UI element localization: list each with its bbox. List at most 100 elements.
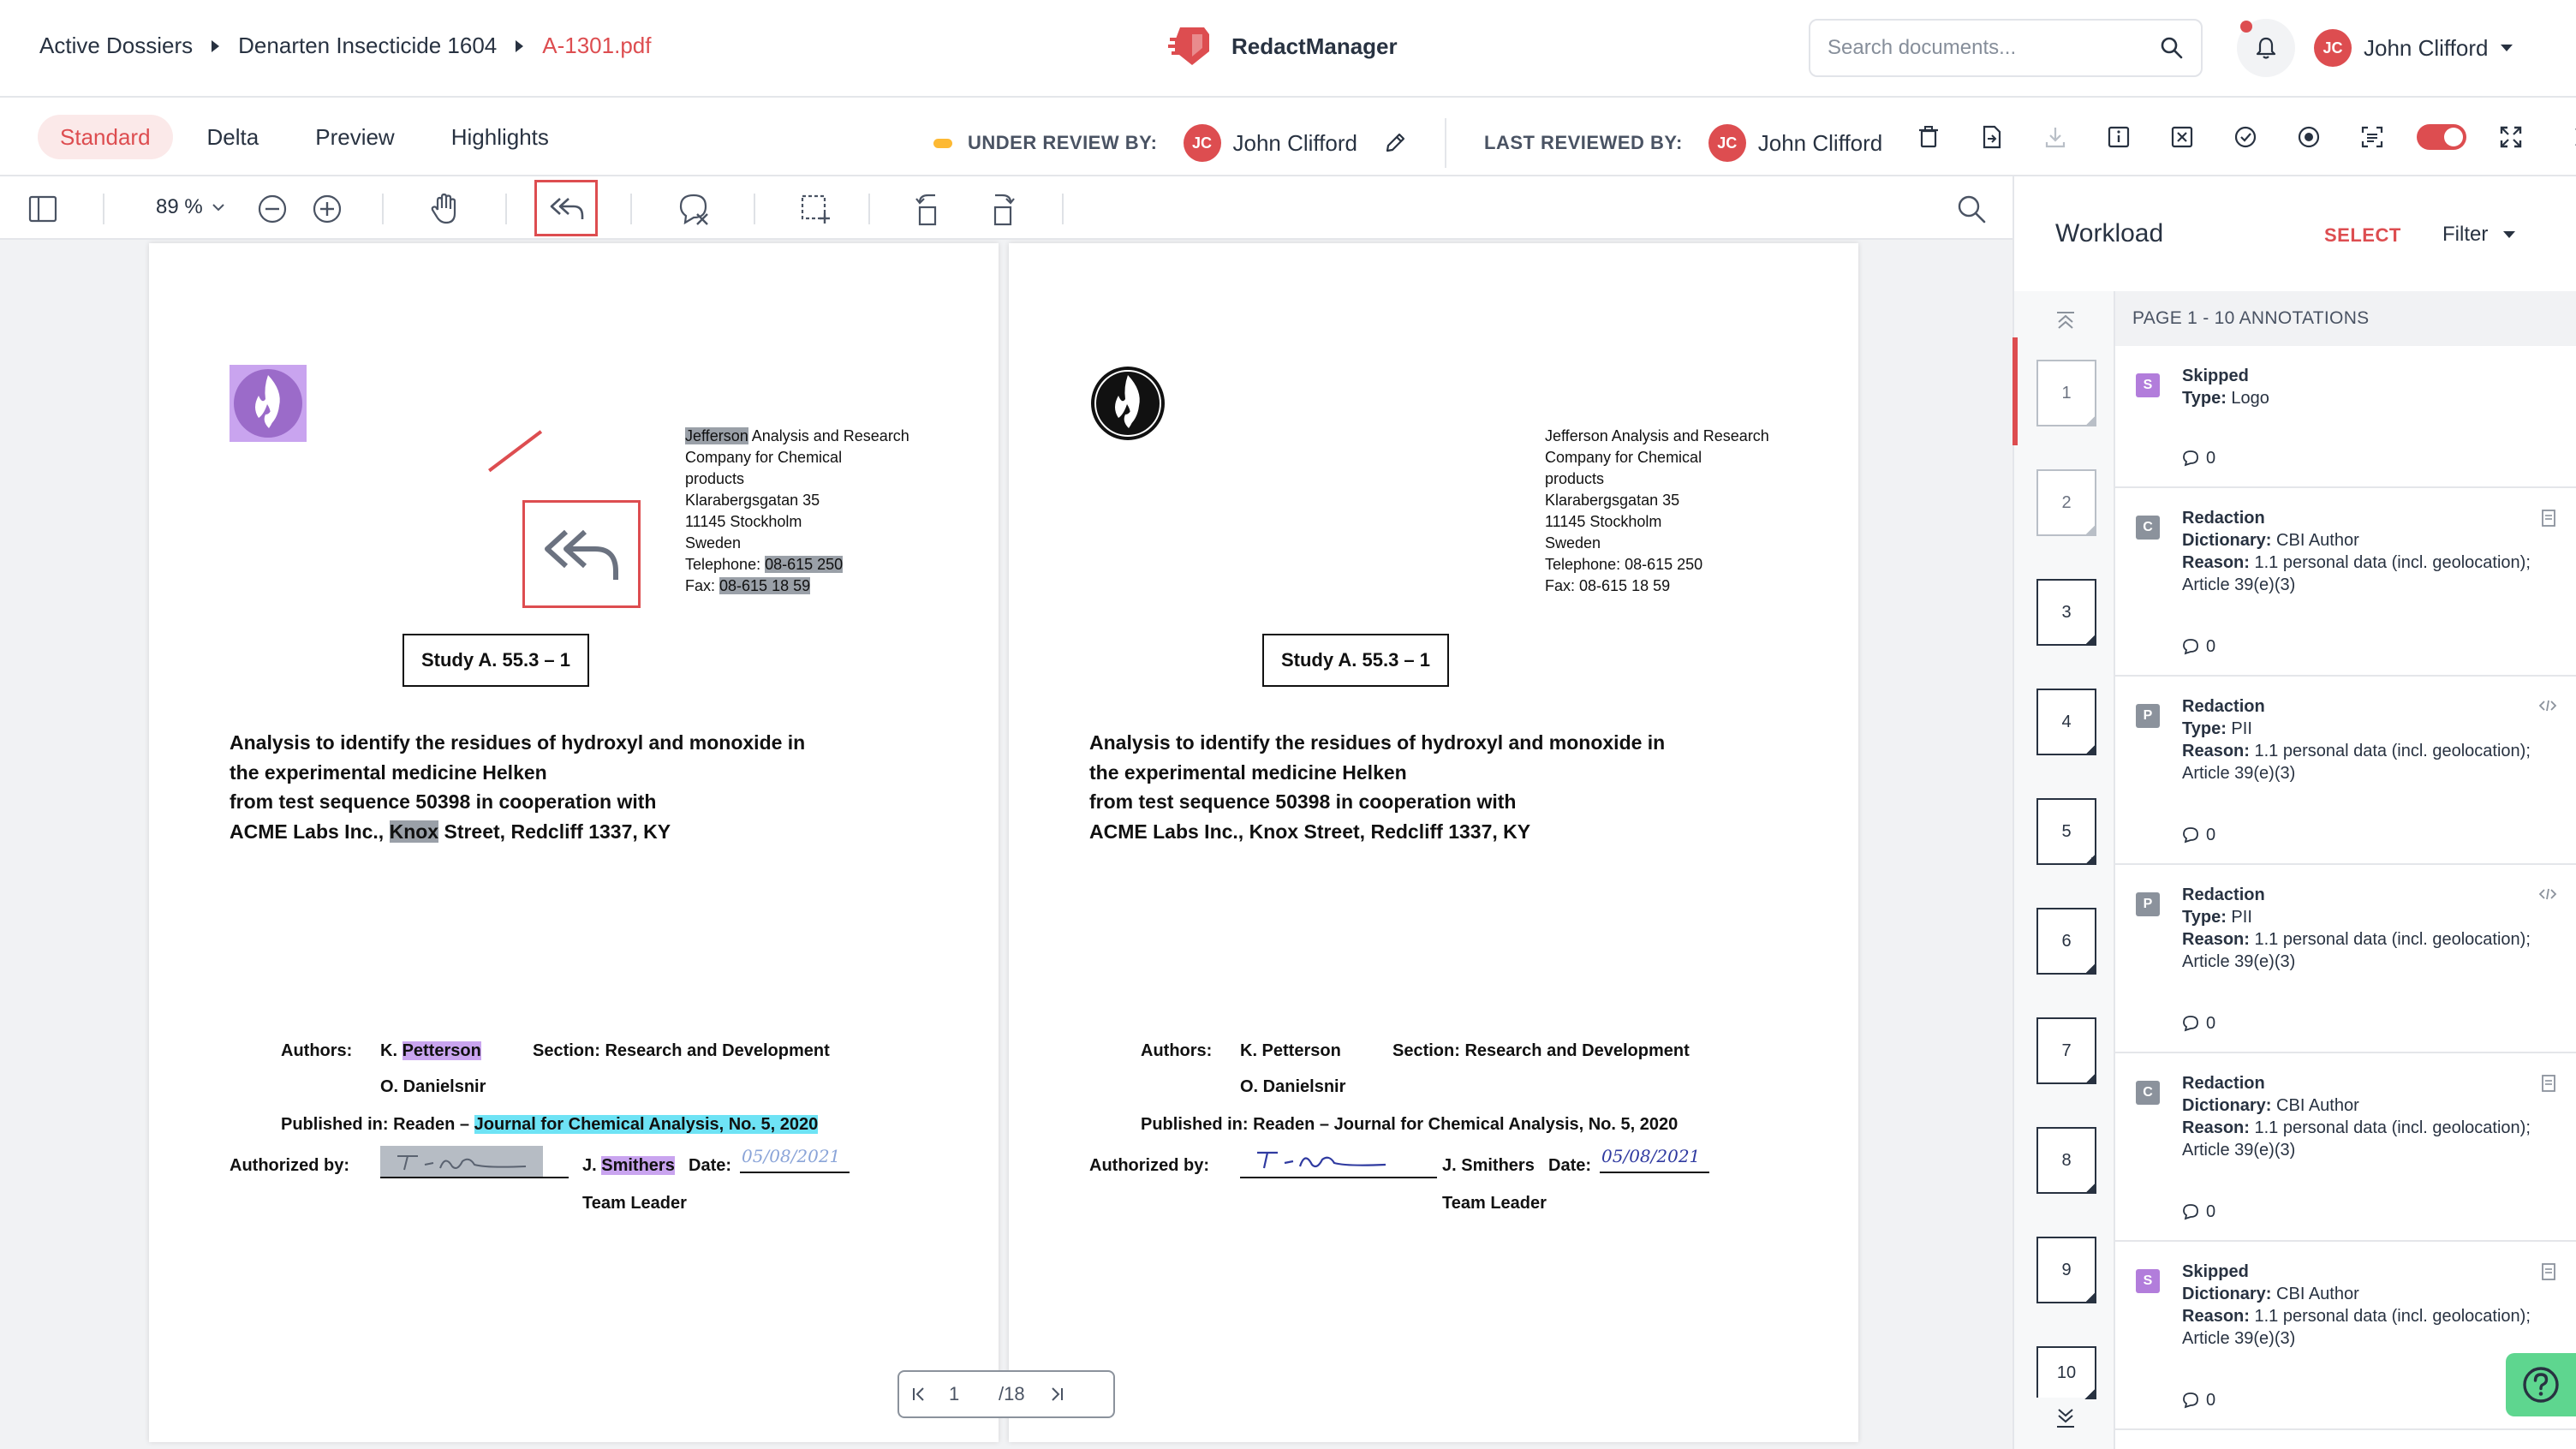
comments-count[interactable]: 0 xyxy=(2182,447,2215,469)
date-line xyxy=(1600,1172,1709,1173)
document-icon[interactable] xyxy=(2540,1262,2557,1281)
search-input[interactable] xyxy=(1828,36,2160,60)
hint-highlight[interactable]: Journal for Chemical Analysis, No. 5, 20… xyxy=(474,1115,819,1134)
redaction-highlight[interactable]: 08-615 18 59 xyxy=(719,577,811,594)
comments-count[interactable]: 0 xyxy=(2182,1389,2215,1411)
page-thumbnail[interactable]: 4 xyxy=(2036,689,2096,755)
close-button[interactable] xyxy=(2566,118,2576,156)
download-icon xyxy=(2045,128,2066,148)
document-viewer: Jefferson Analysis and Research Company … xyxy=(0,240,2012,1449)
search-icon[interactable] xyxy=(2160,36,2184,60)
title-line: the experimental medicine Helken xyxy=(1089,760,1407,784)
redaction-toggle[interactable] xyxy=(2417,118,2466,156)
download-button[interactable] xyxy=(2036,118,2074,156)
excel-report-button[interactable] xyxy=(2163,118,2201,156)
annotation-type-badge: P xyxy=(2136,704,2160,728)
page-number-input[interactable] xyxy=(939,1383,999,1405)
published-in: Published in: Readen – Journal for Chemi… xyxy=(281,1115,819,1135)
annotation-field-value: CBI Author xyxy=(2276,1096,2359,1115)
zoom-out-button[interactable] xyxy=(252,188,293,230)
annotation-item[interactable]: P Redaction Type: PII Reason: 1.1 person… xyxy=(2115,865,2576,1053)
redaction-highlight[interactable]: 08-615 250 xyxy=(765,556,844,573)
tab-highlights[interactable]: Highlights xyxy=(429,115,571,159)
zoom-in-button[interactable] xyxy=(307,188,348,230)
rotate-left-button[interactable] xyxy=(909,188,951,230)
comment-icon xyxy=(2183,639,2198,655)
page-annotations-header: PAGE 1 - 10 ANNOTATIONS xyxy=(2115,291,2576,346)
tab-delta[interactable]: Delta xyxy=(185,115,282,159)
scroll-bottom-icon[interactable] xyxy=(2054,1406,2078,1430)
redaction-highlight[interactable]: Jefferson xyxy=(685,427,748,444)
brand[interactable]: RedactManager xyxy=(1168,22,1398,70)
annotation-type-badge: C xyxy=(2136,1081,2160,1105)
page-thumbnail[interactable]: 8 xyxy=(2036,1127,2096,1194)
page-thumbnail[interactable]: 3 xyxy=(2036,579,2096,646)
signature-redaction[interactable] xyxy=(380,1146,543,1177)
document-search-button[interactable] xyxy=(1951,188,1992,230)
scroll-top-icon[interactable] xyxy=(2054,310,2078,331)
zoom-select[interactable]: 89 % xyxy=(156,195,225,219)
edit-pencil-icon[interactable] xyxy=(1383,131,1407,155)
search-icon xyxy=(1958,195,1986,224)
sidebar-toggle-button[interactable] xyxy=(22,188,63,230)
comments-count[interactable]: 0 xyxy=(2182,1201,2215,1223)
page-thumbnail[interactable]: 2 xyxy=(2036,469,2096,536)
info-button[interactable] xyxy=(2100,118,2138,156)
date-label: Date: xyxy=(1548,1156,1592,1175)
comments-count[interactable]: 0 xyxy=(2182,635,2215,658)
page-thumbnail[interactable]: 10 xyxy=(2036,1346,2096,1399)
breadcrumb-current-file[interactable]: A-1301.pdf xyxy=(542,33,651,59)
annotation-item[interactable]: S Skipped Type: Logo 0 xyxy=(2115,346,2576,488)
page-thumbnail[interactable]: 6 xyxy=(2036,908,2096,975)
page-thumbnail[interactable]: 5 xyxy=(2036,798,2096,865)
export-button[interactable] xyxy=(1973,118,2011,156)
comments-count[interactable]: 0 xyxy=(2182,1012,2215,1035)
annotation-item[interactable]: C Redaction Dictionary: CBI Author Reaso… xyxy=(2115,488,2576,677)
last-page-button[interactable] xyxy=(1037,1386,1076,1403)
clear-comments-button[interactable] xyxy=(673,188,714,230)
area-select-button[interactable] xyxy=(795,188,836,230)
breadcrumb-active-dossiers[interactable]: Active Dossiers xyxy=(39,33,193,59)
document-icon[interactable] xyxy=(2540,1074,2557,1093)
ocr-button[interactable] xyxy=(2353,118,2391,156)
delete-button[interactable] xyxy=(1910,118,1947,156)
record-button[interactable] xyxy=(2290,118,2328,156)
fullscreen-button[interactable] xyxy=(2492,118,2530,156)
page-thumbnail[interactable]: 7 xyxy=(2036,1017,2096,1084)
annotation-item[interactable]: P Redaction Type: PII Reason: 1.1 person… xyxy=(2115,677,2576,865)
page-thumbnail[interactable]: 9 xyxy=(2036,1237,2096,1303)
chevron-down-icon xyxy=(212,204,224,212)
user-menu[interactable]: JC John Clifford xyxy=(2314,29,2513,67)
annotation-item[interactable]: C Redaction Dictionary: CBI Author Reaso… xyxy=(2115,1053,2576,1242)
page-annotated[interactable]: Jefferson Analysis and Research Company … xyxy=(149,243,999,1442)
page-thumbnail[interactable]: 1 xyxy=(2036,360,2096,426)
page-original[interactable]: Jefferson Analysis and Research Company … xyxy=(1009,243,1858,1442)
redaction-highlight[interactable]: Knox xyxy=(389,820,439,843)
code-icon[interactable] xyxy=(2538,886,2557,903)
redaction-highlight[interactable]: Smithers xyxy=(601,1156,675,1175)
code-icon[interactable] xyxy=(2538,697,2557,714)
comment-icon xyxy=(2183,1016,2198,1032)
notifications-button[interactable] xyxy=(2237,19,2295,77)
breadcrumb-dossier[interactable]: Denarten Insecticide 1604 xyxy=(238,33,497,59)
first-page-button[interactable] xyxy=(899,1386,939,1403)
study-box: Study A. 55.3 – 1 xyxy=(1262,634,1449,687)
comments-count-value: 0 xyxy=(2206,1202,2216,1221)
tab-standard[interactable]: Standard xyxy=(38,115,173,159)
approve-button[interactable] xyxy=(2227,118,2264,156)
rotate-right-button[interactable] xyxy=(980,188,1021,230)
help-button[interactable] xyxy=(2506,1353,2576,1416)
avatar: JC xyxy=(1183,124,1221,162)
comment-icon xyxy=(2183,827,2198,844)
zoom-out-icon xyxy=(258,194,287,224)
annotation-field-value: CBI Author xyxy=(2276,1285,2359,1303)
pan-tool-button[interactable] xyxy=(425,188,466,230)
company-logo-annotated[interactable] xyxy=(230,365,307,442)
filter-dropdown[interactable]: Filter xyxy=(2442,223,2516,247)
tab-preview[interactable]: Preview xyxy=(293,115,416,159)
document-icon[interactable] xyxy=(2540,509,2557,528)
document-title: Analysis to identify the residues of hyd… xyxy=(230,728,805,846)
comments-count[interactable]: 0 xyxy=(2182,824,2215,846)
select-button[interactable]: SELECT xyxy=(2324,224,2401,247)
redaction-highlight[interactable]: Petterson xyxy=(402,1041,481,1060)
